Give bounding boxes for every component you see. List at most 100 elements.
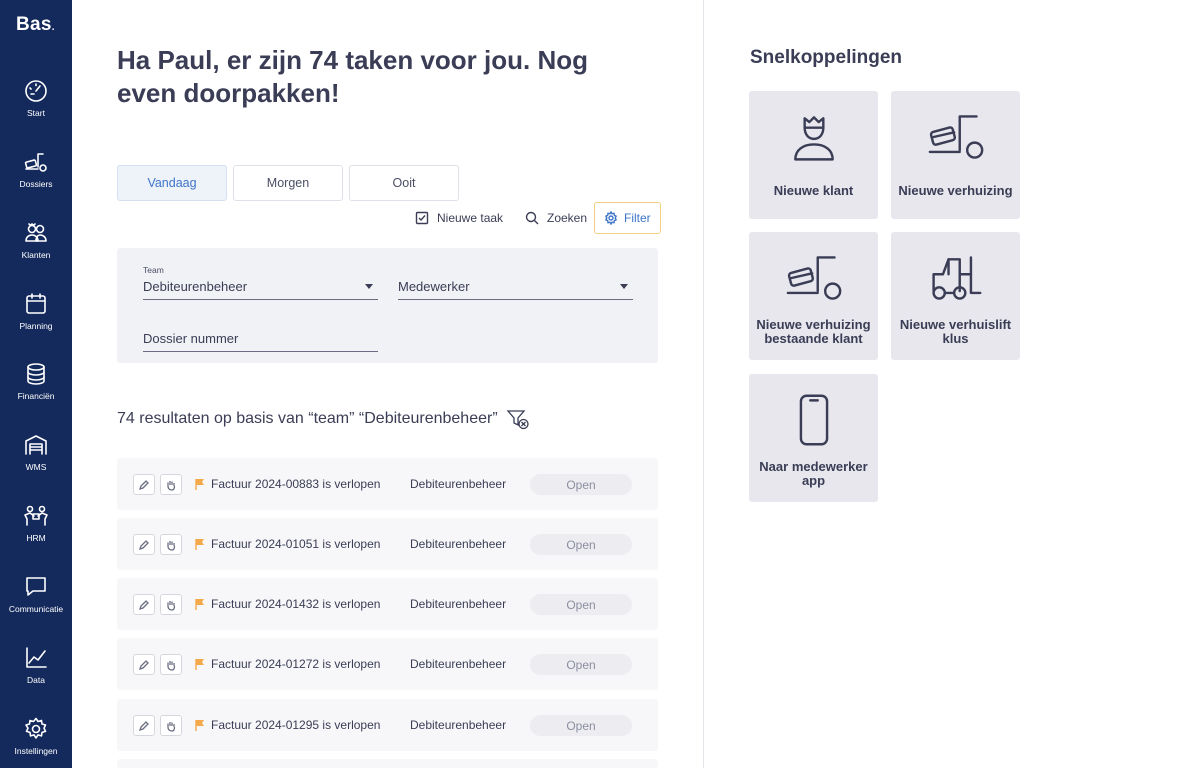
edit-button[interactable] (133, 594, 155, 615)
filter-label: Filter (624, 211, 651, 225)
task-row[interactable] (117, 759, 658, 768)
app-logo[interactable]: Bas. (16, 14, 55, 36)
team-value: Debiteurenbeheer (143, 279, 248, 294)
flag-icon (195, 539, 204, 550)
warehouse-icon (25, 435, 47, 455)
sidebar-item-financien[interactable]: Financiën (0, 361, 72, 421)
shortcuts-title: Snelkoppelingen (750, 47, 903, 68)
search-button[interactable]: Zoeken (525, 202, 587, 234)
sidebar-item-hrm[interactable]: HRM (0, 503, 72, 563)
shortcuts-panel: Snelkoppelingen Nieuwe klant Nieuwe verh… (705, 0, 1200, 768)
chevron-down-icon (365, 284, 373, 289)
edit-button[interactable] (133, 715, 155, 736)
sidebar-item-planning[interactable]: Planning (0, 291, 72, 351)
edit-button[interactable] (133, 654, 155, 675)
team-select[interactable]: Team Debiteurenbeheer (143, 265, 378, 300)
employee-select[interactable]: Medewerker (398, 278, 633, 300)
tile-label: Nieuwe verhuizing (756, 317, 871, 332)
claim-button[interactable] (160, 715, 182, 736)
task-row[interactable]: Factuur 2024-01051 is verlopen Debiteure… (117, 518, 658, 570)
results-text: 74 resultaten op basis van “team” “Debit… (117, 410, 498, 427)
new-move-existing-customer-tile[interactable]: Nieuwe verhuizing bestaande klant (749, 232, 878, 360)
new-lift-job-tile[interactable]: Nieuwe verhuislift klus (891, 232, 1020, 360)
status-badge: Open (530, 594, 632, 615)
moving-truck-icon (786, 256, 841, 300)
flag-icon (195, 659, 204, 670)
sidebar-item-start[interactable]: Start (0, 78, 72, 138)
sidebar-item-label: Planning (19, 321, 53, 331)
person-icon (793, 116, 834, 161)
sidebar-item-label: Financiën (17, 391, 55, 401)
task-row[interactable]: Factuur 2024-01295 is verlopen Debiteure… (117, 699, 658, 751)
tile-label: Nieuwe verhuislift (899, 317, 1012, 332)
sidebar-item-data[interactable]: Data (0, 645, 72, 705)
page-title: Ha Paul, er zijn 74 taken voor jou. Nog … (117, 45, 588, 108)
employee-value: Medewerker (398, 279, 470, 294)
calendar-icon (26, 293, 46, 314)
pencil-icon (138, 720, 149, 731)
forklift-icon (931, 256, 981, 300)
task-title: Factuur 2024-01432 is verlopen (211, 597, 381, 611)
coins-icon (27, 363, 45, 385)
claim-button[interactable] (160, 594, 182, 615)
task-row[interactable]: Factuur 2024-00883 is verlopen Debiteure… (117, 458, 658, 510)
sidebar-item-label: WMS (25, 462, 47, 472)
task-title: Factuur 2024-01272 is verlopen (211, 657, 381, 671)
pencil-icon (138, 479, 149, 490)
tile-label: app (801, 473, 826, 488)
sidebar: Bas. Start Dossiers Klanten Planning Fin… (0, 0, 72, 768)
chat-icon (26, 577, 46, 596)
task-title: Factuur 2024-01051 is verlopen (211, 537, 381, 551)
claim-button[interactable] (160, 534, 182, 555)
tile-label: Nieuwe klant (773, 183, 854, 198)
filter-button[interactable]: Filter (594, 202, 661, 234)
clear-filter-icon[interactable] (506, 407, 530, 431)
status-badge: Open (530, 654, 632, 675)
flag-icon (195, 599, 204, 610)
sidebar-item-label: HRM (26, 533, 46, 543)
sidebar-item-dossiers[interactable]: Dossiers (0, 149, 72, 209)
task-row[interactable]: Factuur 2024-01272 is verlopen Debiteure… (117, 638, 658, 690)
edit-button[interactable] (133, 474, 155, 495)
speedometer-icon (25, 80, 47, 102)
sidebar-item-label: Communicatie (8, 604, 64, 614)
moving-truck-icon (24, 153, 47, 172)
tab-morgen[interactable]: Morgen (233, 165, 343, 201)
tab-ooit[interactable]: Ooit (349, 165, 459, 201)
pencil-icon (138, 539, 149, 550)
tab-vandaag[interactable]: Vandaag (117, 165, 227, 201)
flag-icon (195, 720, 204, 731)
search-icon (525, 211, 539, 225)
moving-truck-icon (928, 115, 983, 159)
employee-app-tile[interactable]: Naar medewerker app (749, 374, 878, 502)
dossier-number-placeholder: Dossier nummer (143, 331, 239, 346)
chevron-down-icon (620, 284, 628, 289)
new-move-tile[interactable]: Nieuwe verhuizing (891, 91, 1020, 219)
task-team: Debiteurenbeheer (410, 537, 507, 551)
sidebar-item-communicatie[interactable]: Communicatie (0, 574, 72, 634)
sidebar-item-instellingen[interactable]: Instellingen (0, 716, 72, 768)
hand-icon (167, 721, 176, 732)
hand-icon (167, 600, 176, 611)
task-team: Debiteurenbeheer (410, 597, 507, 611)
task-team: Debiteurenbeheer (410, 718, 507, 732)
tile-label: Nieuwe verhuizing (898, 183, 1013, 198)
sidebar-item-wms[interactable]: WMS (0, 432, 72, 492)
dossier-number-field[interactable]: Dossier nummer (143, 330, 378, 352)
new-task-label: Nieuwe taak (437, 211, 504, 225)
flag-icon (195, 479, 204, 490)
pencil-icon (138, 599, 149, 610)
task-row[interactable]: Factuur 2024-01432 is verlopen Debiteure… (117, 578, 658, 630)
hand-icon (167, 480, 176, 491)
new-task-button[interactable]: Nieuwe taak (415, 202, 503, 234)
gear-icon (25, 717, 47, 739)
claim-button[interactable] (160, 474, 182, 495)
search-label: Zoeken (547, 211, 588, 225)
claim-button[interactable] (160, 654, 182, 675)
hand-icon (167, 540, 176, 551)
pencil-icon (138, 659, 149, 670)
edit-button[interactable] (133, 534, 155, 555)
new-customer-tile[interactable]: Nieuwe klant (749, 91, 878, 219)
gear-icon (604, 211, 618, 225)
sidebar-item-klanten[interactable]: Klanten (0, 220, 72, 280)
